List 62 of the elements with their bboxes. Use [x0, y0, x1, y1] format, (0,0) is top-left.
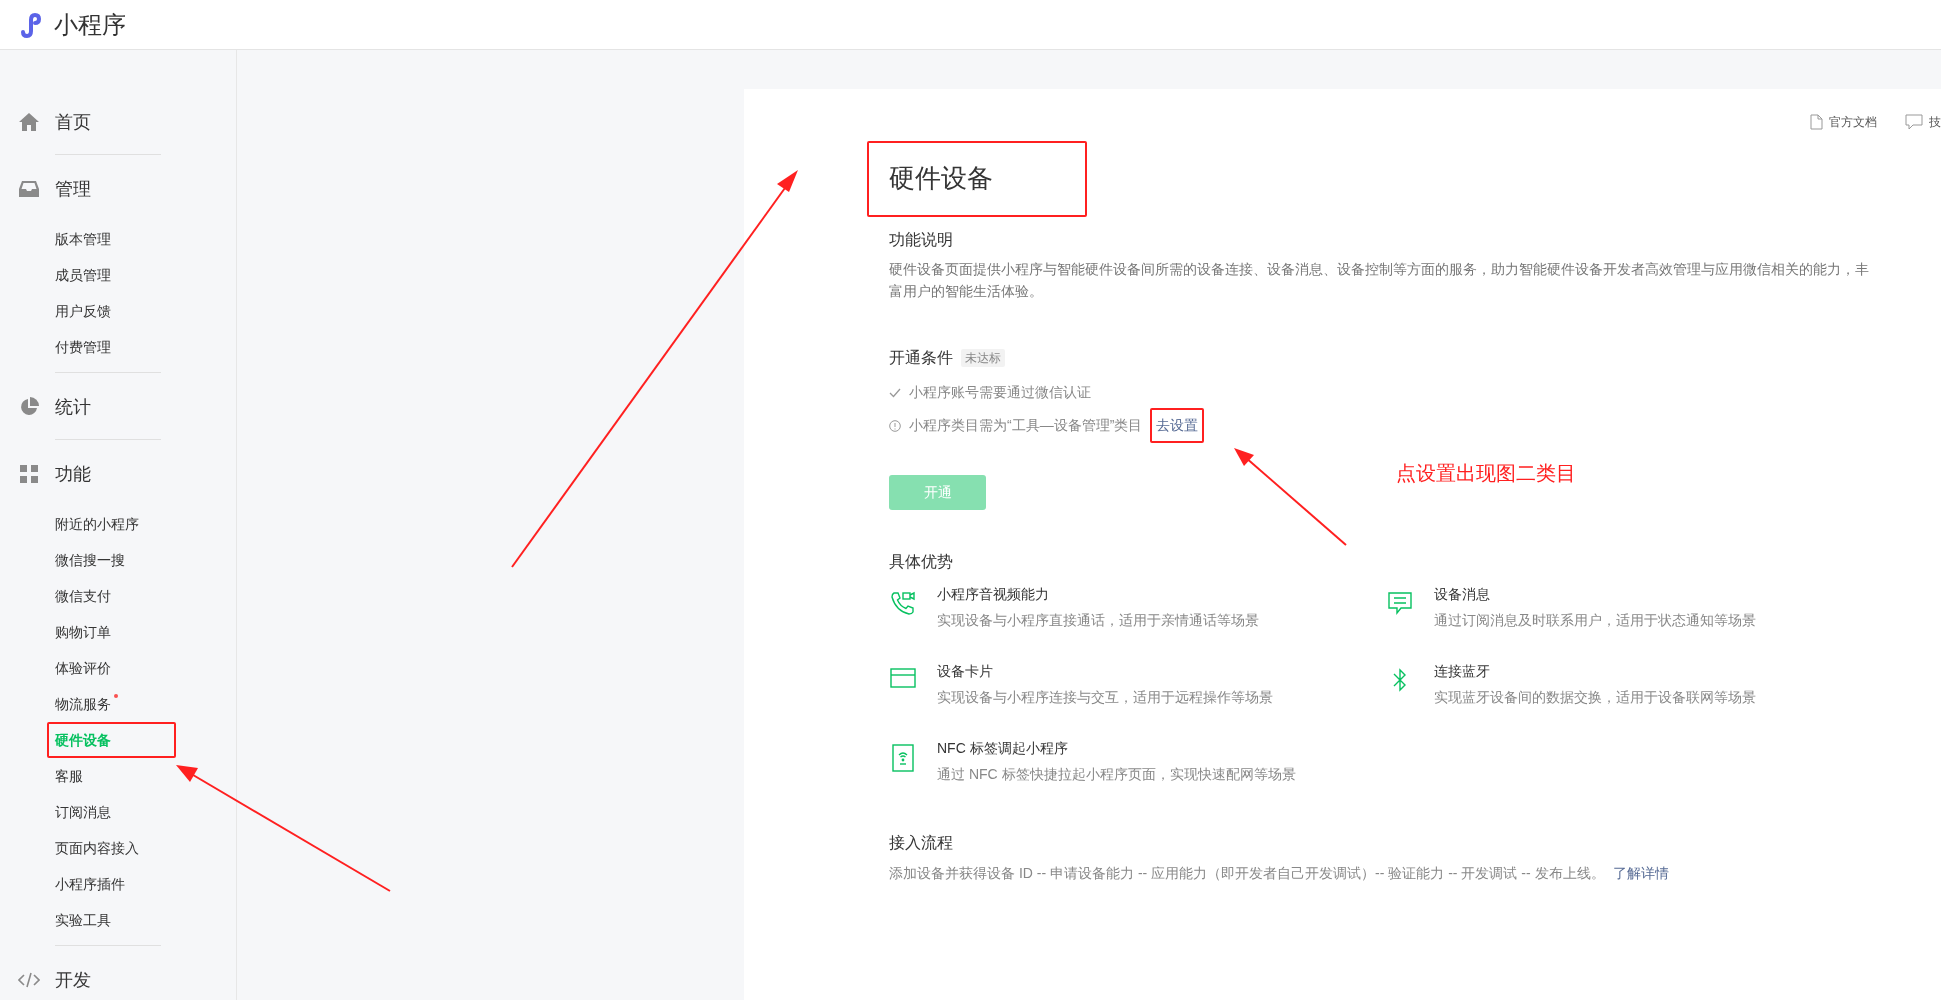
section-heading: 功能说明 — [889, 230, 953, 250]
sidebar-item[interactable]: 体验评价 — [55, 657, 111, 679]
highlight-frame — [1150, 408, 1205, 443]
sidebar-item[interactable]: 微信搜一搜 — [55, 549, 125, 571]
sidebar-section[interactable]: 统计 — [18, 389, 236, 425]
chat-icon — [1905, 114, 1923, 130]
nfc-tag-icon — [892, 744, 914, 772]
sidebar-item[interactable]: 付费管理 — [55, 336, 111, 358]
feature-title: NFC 标签调起小程序 — [937, 739, 1069, 758]
feature-description: 通过订阅消息及时联系用户，适用于状态通知等场景 — [1434, 611, 1756, 630]
tray-icon — [19, 181, 39, 197]
sidebar-section[interactable]: 首页 — [18, 104, 236, 140]
sidebar-section[interactable]: 功能 — [18, 456, 236, 492]
app-title: 小程序 — [54, 9, 126, 40]
sidebar-item[interactable]: 实验工具 — [55, 909, 111, 931]
sidebar-section[interactable]: 开发 — [18, 962, 236, 998]
sidebar-item[interactable]: 成员管理 — [55, 264, 111, 286]
condition-text: 小程序账号需要通过微信认证 — [909, 383, 1091, 402]
sidebar-item[interactable]: 页面内容接入 — [55, 837, 139, 859]
feature-description: 实现设备与小程序连接与交互，适用于远程操作等场景 — [937, 688, 1273, 707]
feature-description: 通过 NFC 标签快捷拉起小程序页面，实现快速配网等场景 — [937, 765, 1296, 784]
logo-icon — [18, 11, 44, 38]
feature-description: 实现蓝牙设备间的数据交换，适用于设备联网等场景 — [1434, 688, 1756, 707]
code-icon — [18, 972, 40, 988]
sidebar-item[interactable]: 小程序插件 — [55, 873, 125, 895]
sidebar-section[interactable]: 管理 — [18, 171, 236, 207]
sidebar-item[interactable]: 购物订单 — [55, 621, 111, 643]
condition-text: 小程序类目需为“工具—设备管理”类目 — [909, 416, 1143, 435]
sidebar-item[interactable]: 物流服务 — [55, 693, 111, 715]
card-icon — [890, 667, 916, 689]
sidebar-item[interactable]: 版本管理 — [55, 228, 111, 250]
grid-icon — [20, 465, 38, 483]
details-link[interactable]: 了解详情 — [1612, 865, 1669, 881]
process-text: 添加设备并获得设备 ID -- 申请设备能力 -- 应用能力（即开发者自己开发调试）-- 验证能力 -- 开发调试 -- 发布上线。 了解详情 — [889, 864, 1670, 883]
feature-title: 小程序音视频能力 — [937, 585, 1050, 604]
feature-title: 设备消息 — [1434, 585, 1491, 604]
help-link[interactable]: 官方文档 — [1810, 113, 1877, 131]
annotation-note: 点设置出现图二类目 — [1396, 461, 1576, 486]
help-link[interactable]: 技 — [1905, 113, 1941, 131]
feature-description: 实现设备与小程序直接通话，适用于亲情通话等场景 — [937, 611, 1259, 630]
sidebar-item[interactable]: 客服 — [55, 765, 83, 787]
intro-text: 硬件设备页面提供小程序与智能硬件设备间所需的设备连接、设备消息、设备控制等方面的服务，助力智能硬件设备开发者高效管理与应用微信相关的能力，丰富用户的智能生活体验。 — [889, 260, 1869, 301]
section-heading: 具体优势 — [889, 552, 953, 572]
status-badge: 未达标 — [961, 349, 1005, 367]
check-icon — [889, 387, 901, 398]
message-icon — [1387, 590, 1413, 616]
bluetooth-icon — [1392, 667, 1408, 693]
section-heading: 接入流程 — [889, 833, 953, 853]
settings-link[interactable]: 去设置 — [1156, 417, 1199, 433]
sidebar-item[interactable]: 附近的小程序 — [55, 513, 139, 535]
phone-camera-icon — [890, 590, 916, 616]
document-icon — [1810, 114, 1823, 130]
sidebar-item[interactable]: 用户反馈 — [55, 300, 111, 322]
pie-chart-icon — [19, 397, 39, 417]
sidebar-item[interactable]: 微信支付 — [55, 585, 111, 607]
page-title: 硬件设备 — [889, 162, 993, 195]
info-icon — [889, 419, 901, 432]
feature-title: 连接蓝牙 — [1434, 662, 1491, 681]
sidebar-item[interactable]: 订阅消息 — [55, 801, 111, 823]
feature-title: 设备卡片 — [937, 662, 994, 681]
home-icon — [19, 113, 39, 131]
section-heading: 开通条件 — [889, 348, 953, 368]
